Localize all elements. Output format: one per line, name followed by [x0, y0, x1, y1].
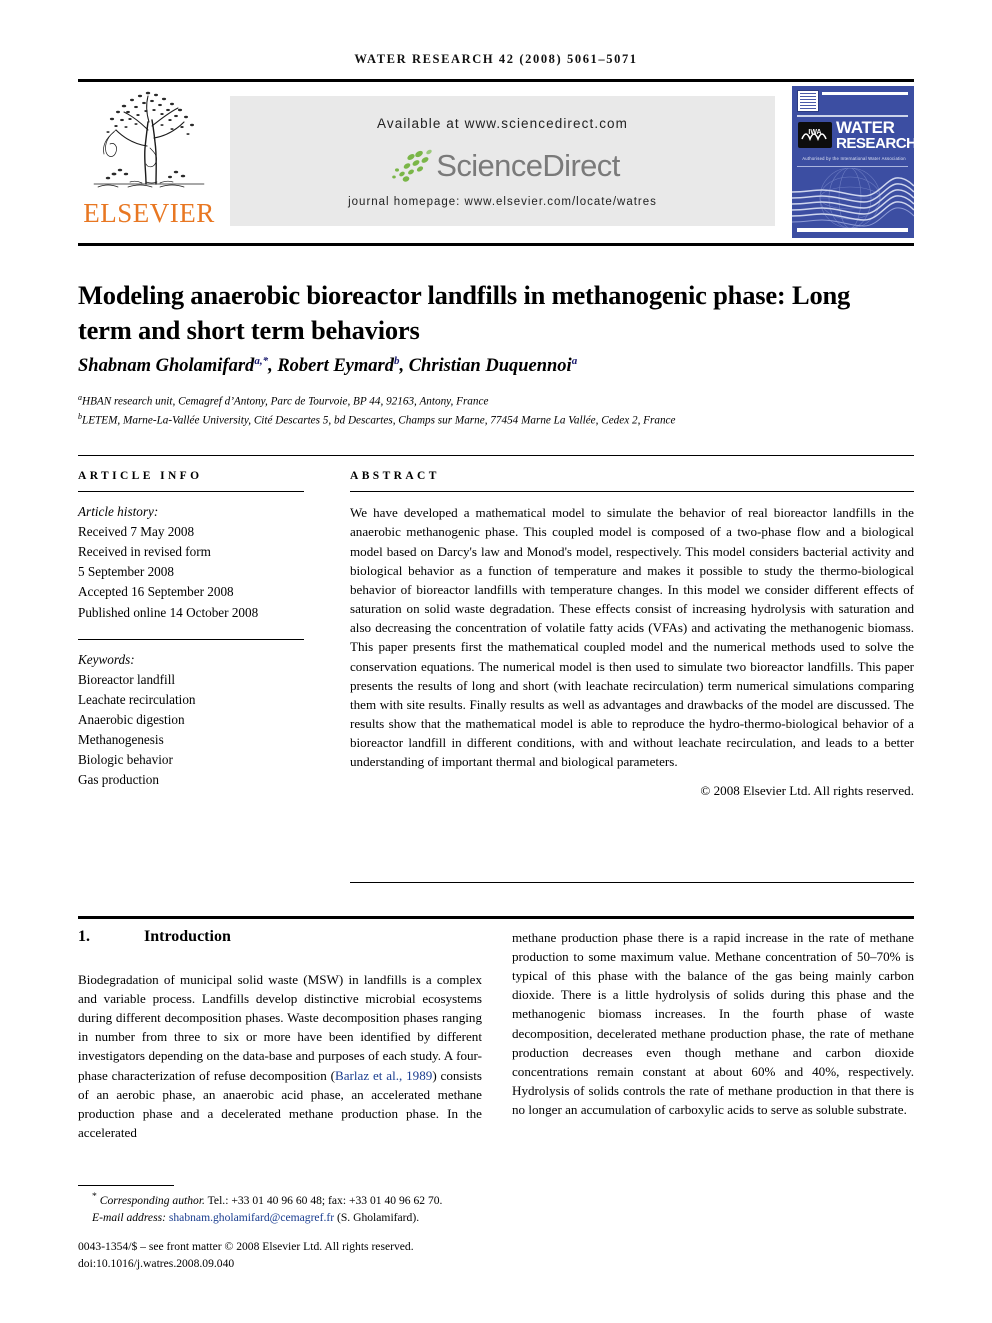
journal-homepage-text: journal homepage: www.elsevier.com/locat… [348, 196, 657, 208]
email-label: E-mail address: [92, 1211, 166, 1225]
author-name: Robert Eymard [277, 356, 394, 377]
author-affiliation-mark: a,* [254, 355, 269, 367]
svg-text:IWA: IWA [808, 129, 821, 136]
abstract-heading: ABSTRACT [350, 470, 440, 482]
journal-cover-thumbnail: IWA WATER RESEARCH Authorised by the Int… [792, 86, 914, 238]
section-number: 1. [78, 928, 90, 945]
corresponding-author-label: Corresponding author. [99, 1193, 205, 1207]
intro-text-pre: Biodegradation of municipal solid waste … [78, 972, 482, 1083]
running-head: WATER RESEARCH 42 (2008) 5061–5071 [354, 52, 638, 66]
history-item: 5 September 2008 [78, 564, 174, 580]
abstract-rule-bottom [350, 882, 914, 884]
affiliation-item: bLETEM, Marne-La-Vallée University, Cité… [78, 411, 918, 430]
article-history-label: Article history: [78, 504, 159, 520]
email-line: E-mail address: shabnam.gholamifard@cema… [78, 1209, 498, 1227]
citation-link-barlaz[interactable]: Barlaz et al., 1989 [335, 1068, 432, 1083]
cover-title: WATER RESEARCH [836, 119, 914, 152]
intro-paragraph-left: Biodegradation of municipal solid waste … [78, 970, 482, 1142]
elsevier-tree-icon [84, 86, 214, 198]
history-item: Received in revised form [78, 544, 211, 560]
available-at-text: Available at www.sciencedirect.com [377, 116, 628, 131]
history-item: Received 7 May 2008 [78, 524, 195, 540]
iwa-logo-icon: IWA [798, 122, 832, 148]
affiliation-text: HBAN research unit, Cemagref d’Antony, P… [82, 395, 489, 408]
sciencedirect-logo: ScienceDirect [230, 144, 775, 188]
affiliation-text: LETEM, Marne-La-Vallée University, Cité … [82, 414, 676, 427]
journal-article-page: WATER RESEARCH 42 (2008) 5061–5071 ELSEV… [0, 0, 992, 1323]
corresponding-marker: * [92, 1191, 97, 1202]
keyword-item: Anaerobic digestion [78, 711, 185, 727]
email-owner: (S. Gholamifard). [336, 1211, 420, 1225]
section-heading-introduction: 1. Introduction [78, 928, 482, 946]
cover-sub-rule [797, 166, 908, 167]
sciencedirect-wordmark: ScienceDirect [436, 148, 620, 183]
masthead: ELSEVIER Available at www.sciencedirect.… [78, 86, 914, 238]
author-affiliation-mark: a [571, 355, 578, 367]
footnote-rule [78, 1185, 174, 1187]
body-rule-top [78, 916, 914, 919]
keywords-label: Keywords: [78, 651, 135, 667]
keyword-item: Gas production [78, 772, 159, 788]
elsevier-wordmark: ELSEVIER [83, 198, 215, 228]
author-affiliation-mark: b [393, 355, 400, 367]
author-list: Shabnam Gholamifarda,*, Robert Eymardb, … [78, 355, 578, 377]
sciencedirect-leaf-icon [392, 149, 433, 182]
corresponding-author-line: * Corresponding author. Tel.: +33 01 40 … [78, 1190, 498, 1209]
body-column-left: 1. Introduction Biodegradation of municip… [78, 928, 482, 1142]
keyword-item: Leachate recirculation [78, 691, 196, 707]
article-info-heading: ARTICLE INFO [78, 470, 203, 482]
author-name: Shabnam Gholamifard [78, 356, 255, 377]
article-info-column: ARTICLE INFO Article history: Received 7… [78, 470, 304, 790]
masthead-rule-bottom [78, 243, 914, 246]
keywords-block: Keywords: Bioreactor landfill Leachate r… [78, 650, 304, 790]
keyword-item: Methanogenesis [78, 732, 164, 747]
cover-title-line2: RESEARCH [836, 135, 914, 152]
elsevier-seal-icon [797, 90, 819, 112]
cover-tagline: Authorised by the International Water As… [802, 156, 906, 161]
author-name: Christian Duquennoi [408, 356, 572, 377]
cover-thin-rule [797, 115, 908, 117]
history-item: Accepted 16 September 2008 [78, 584, 234, 600]
article-history: Article history: Received 7 May 2008 Rec… [78, 502, 304, 622]
keyword-item: Bioreactor landfill [78, 671, 176, 687]
cover-wave-globe-graphic [792, 168, 914, 229]
body-column-right: methane production phase there is a rapi… [512, 928, 914, 1119]
corresponding-author-tel: Tel.: +33 01 40 96 60 48; fax: +33 01 40… [207, 1193, 443, 1207]
cover-top-rule [822, 92, 908, 95]
header-rule-top [78, 79, 914, 82]
abstract-copyright: © 2008 Elsevier Ltd. All rights reserved… [700, 782, 914, 798]
info-section-rule [78, 455, 914, 457]
abstract-underline [350, 491, 914, 493]
abstract-text: We have developed a mathematical model t… [350, 505, 914, 770]
keywords-rule [78, 638, 304, 640]
elsevier-logo: ELSEVIER [78, 86, 220, 238]
history-item: Published online 14 October 2008 [78, 604, 259, 620]
affiliation-item: aHBAN research unit, Cemagref d’Antony, … [78, 392, 918, 411]
footnote-block: * Corresponding author. Tel.: +33 01 40 … [78, 1190, 498, 1227]
intro-paragraph-right: methane production phase there is a rapi… [512, 930, 914, 1117]
page-title: Modeling anaerobic bioreactor landfills … [78, 279, 851, 345]
email-link[interactable]: shabnam.gholamifard@cemagref.fr [169, 1211, 334, 1224]
sciencedirect-band: Available at www.sciencedirect.com Scien… [230, 96, 775, 226]
doi-line: doi:10.1016/j.watres.2008.09.040 [78, 1257, 235, 1271]
section-title: Introduction [144, 928, 231, 945]
keyword-item: Biologic behavior [78, 752, 173, 768]
affiliations: aHBAN research unit, Cemagref d’Antony, … [78, 392, 918, 430]
article-info-underline [78, 491, 304, 493]
abstract-column: ABSTRACT We have developed a mathematica… [350, 470, 914, 799]
cover-bottom-rule [797, 228, 908, 232]
issn-line: 0043-1354/$ – see front matter © 2008 El… [78, 1240, 414, 1253]
imprint-block: 0043-1354/$ – see front matter © 2008 El… [78, 1238, 518, 1273]
